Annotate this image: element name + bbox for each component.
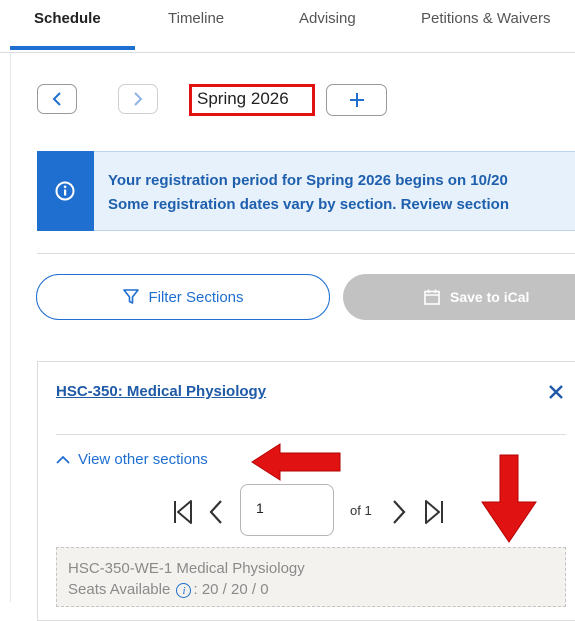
next-term-button[interactable] bbox=[118, 84, 158, 114]
banner-line-2: Some registration dates vary by section.… bbox=[108, 196, 509, 213]
tab-timeline[interactable]: Timeline bbox=[168, 10, 224, 27]
card-divider bbox=[56, 434, 566, 435]
section-name: HSC-350-WE-1 Medical Physiology bbox=[68, 560, 305, 577]
save-to-ical-label: Save to iCal bbox=[450, 289, 530, 305]
chevron-up-icon bbox=[56, 455, 70, 464]
term-label: Spring 2026 bbox=[189, 84, 315, 116]
page-number-input[interactable]: 1 bbox=[240, 484, 334, 536]
last-page-icon[interactable] bbox=[423, 499, 445, 525]
add-term-button[interactable] bbox=[326, 84, 387, 116]
tab-petitions-waivers[interactable]: Petitions & Waivers bbox=[421, 10, 551, 27]
close-icon bbox=[549, 385, 563, 399]
first-page-icon[interactable] bbox=[172, 499, 194, 525]
tabs-divider bbox=[0, 52, 575, 53]
plus-icon bbox=[349, 93, 364, 107]
section-item[interactable] bbox=[56, 547, 566, 607]
info-icon bbox=[55, 181, 75, 201]
filter-sections-label: Filter Sections bbox=[148, 288, 244, 306]
registration-info-banner bbox=[37, 151, 575, 231]
tab-schedule[interactable]: Schedule bbox=[34, 10, 101, 27]
save-to-ical-button[interactable]: Save to iCal bbox=[343, 274, 575, 320]
remove-course-button[interactable] bbox=[548, 380, 564, 406]
page-total: of 1 bbox=[350, 503, 372, 518]
view-other-sections-label: View other sections bbox=[78, 451, 208, 468]
seats-label: Seats Available bbox=[68, 581, 171, 598]
banner-line-1: Your registration period for Spring 2026… bbox=[108, 172, 508, 189]
chevron-left-icon bbox=[52, 92, 61, 106]
calendar-icon bbox=[424, 289, 440, 305]
previous-page-icon[interactable] bbox=[208, 499, 224, 525]
active-tab-indicator bbox=[10, 46, 135, 50]
divider bbox=[37, 253, 575, 254]
seats-available: Seats Available i: 20 / 20 / 0 bbox=[68, 581, 269, 598]
previous-term-button[interactable] bbox=[37, 84, 77, 114]
filter-sections-button[interactable]: Filter Sections bbox=[36, 274, 330, 320]
course-title-link[interactable]: HSC-350: Medical Physiology bbox=[56, 383, 266, 400]
view-other-sections-toggle[interactable]: View other sections bbox=[56, 451, 208, 468]
arrow-left-annotation bbox=[251, 443, 341, 481]
seats-info-icon[interactable]: i bbox=[176, 582, 192, 598]
next-page-icon[interactable] bbox=[391, 499, 407, 525]
filter-icon bbox=[123, 289, 140, 304]
left-border bbox=[10, 53, 11, 602]
chevron-right-icon bbox=[134, 92, 143, 106]
arrow-down-annotation bbox=[481, 454, 537, 543]
seats-value: : 20 / 20 / 0 bbox=[193, 581, 269, 598]
tab-advising[interactable]: Advising bbox=[299, 10, 356, 27]
banner-icon-strip bbox=[37, 151, 94, 231]
